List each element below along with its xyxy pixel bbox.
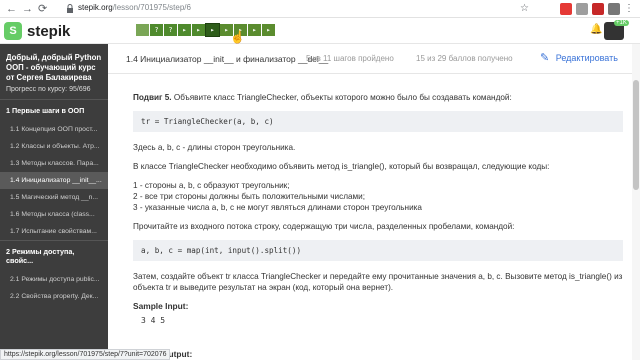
paragraph-2: В классе TriangleChecker необходимо объя… [133,162,550,171]
status-bar-url: https://stepik.org/lesson/701975/step/7?… [0,349,171,360]
step-10[interactable]: ▸ [262,24,275,36]
task-text: Объявите класс TriangleChecker, объекты … [171,93,512,102]
edit-button[interactable]: ✎ Редактировать [540,51,618,64]
logo-text: stepik [27,22,71,40]
extension-icon-2[interactable] [592,3,604,15]
return-codes-list: 1 - стороны a, b, c образуют треугольник… [133,180,623,213]
url-path: /lesson/701975/step/6 [112,3,191,12]
reload-icon[interactable]: ⟳ [38,2,47,16]
bookmark-star-icon[interactable]: ☆ [520,3,529,14]
forward-icon[interactable]: → [22,2,33,16]
code-block-2: a, b, c = map(int, input().split()) [133,240,623,261]
step-1[interactable] [136,24,149,36]
step-3[interactable]: ? [164,24,177,36]
step-content: Подвиг 5. Объявите класс TriangleChecker… [133,92,623,326]
points-badge: +1K [614,20,629,26]
lesson-1-2[interactable]: 1.2 Классы и объекты. Атр... [0,138,108,155]
lesson-1-6[interactable]: 1.6 Методы класса (class... [0,206,108,223]
course-sidebar: Добрый, добрый Python ООП - обучающий ку… [0,44,108,360]
browser-toolbar: ← → ⟳ stepik.org/lesson/701975/step/6 ☆ … [0,0,640,18]
lesson-1-3[interactable]: 1.3 Методы классов. Пара... [0,155,108,172]
sample-input-label: Sample Input: [133,301,189,311]
extension-icon[interactable] [576,3,588,15]
lock-icon [67,4,73,13]
stepik-topbar: S stepik ? ? ▸ ▸ ▸ ▸ ▸ ▸ ▸ 🔔 +1K [0,18,640,44]
extension-gmail-icon[interactable] [560,3,572,15]
lesson-1-5[interactable]: 1.5 Магический метод __n... [0,189,108,206]
back-icon[interactable]: ← [6,2,17,16]
progress-label: Прогресс по курсу: [6,86,68,93]
paragraph-3: Прочитайте из входного потока строку, со… [133,222,515,231]
section-1[interactable]: 1 Первые шаги в ООП [0,99,108,121]
paragraph-4: Затем, создайте объект tr класса Triangl… [133,272,623,292]
scrollbar-thumb[interactable] [633,80,639,190]
lesson-header: 1.4 Инициализатор __init__ и финализатор… [108,44,640,74]
pencil-icon: ✎ [540,52,550,64]
step-4[interactable]: ▸ [178,24,191,36]
lesson-2-1[interactable]: 2.1 Режимы доступа public... [0,271,108,288]
step-6[interactable]: ▸ [205,23,220,37]
lesson-2-2[interactable]: 2.2 Свойства property. Дек... [0,288,108,305]
menu-dots-icon[interactable]: ⋮ [624,3,636,15]
url-host: stepik.org [78,3,113,12]
list-item: 1 - стороны a, b, c образуют треугольник… [133,181,290,190]
lesson-1-7[interactable]: 1.7 Испытание свойствам... [0,223,108,240]
points-earned: 15 из 29 баллов получено [416,54,513,63]
progress-value: 95/696 [69,86,91,93]
mouse-cursor-icon: ☝ [230,30,245,44]
lesson-1-1[interactable]: 1.1 Концепция ООП прост... [0,121,108,138]
address-bar[interactable]: stepik.org/lesson/701975/step/6 [78,3,191,12]
notification-bell-icon[interactable]: 🔔 [590,24,602,35]
course-title[interactable]: Добрый, добрый Python ООП - обучающий ку… [0,44,108,83]
lesson-title: 1.4 Инициализатор __init__ и финализатор… [126,54,329,64]
lesson-1-4[interactable]: 1.4 Инициализатор __init__... [0,172,108,189]
sample-input-value: 3 4 5 [141,316,166,325]
step-5[interactable]: ▸ [192,24,205,36]
step-navigation: ? ? ▸ ▸ ▸ ▸ ▸ ▸ ▸ [136,23,275,37]
stepik-logo[interactable]: S stepik [4,22,70,40]
section-2[interactable]: 2 Режимы доступа, свойс... [0,240,108,271]
code-block-1: tr = TriangleChecker(a, b, c) [133,111,623,132]
list-item: 2 - все три стороны должны быть положите… [133,192,365,201]
step-2[interactable]: ? [150,24,163,36]
step-9[interactable]: ▸ [248,24,261,36]
edit-label: Редактировать [555,53,618,63]
task-bold: Подвиг 5. [133,93,172,102]
task-statement: Подвиг 5. Объявите класс TriangleChecker… [133,92,623,103]
profile-icon[interactable] [608,3,620,15]
steps-done: 5 из 11 шагов пройдено [306,54,394,63]
course-progress: Прогресс по курсу: 95/696 [0,83,108,99]
logo-mark: S [4,22,22,40]
list-item: 3 - указанные числа a, b, c не могут явл… [133,203,422,212]
paragraph-1: Здесь a, b, c - длины сторон треугольник… [133,143,296,152]
